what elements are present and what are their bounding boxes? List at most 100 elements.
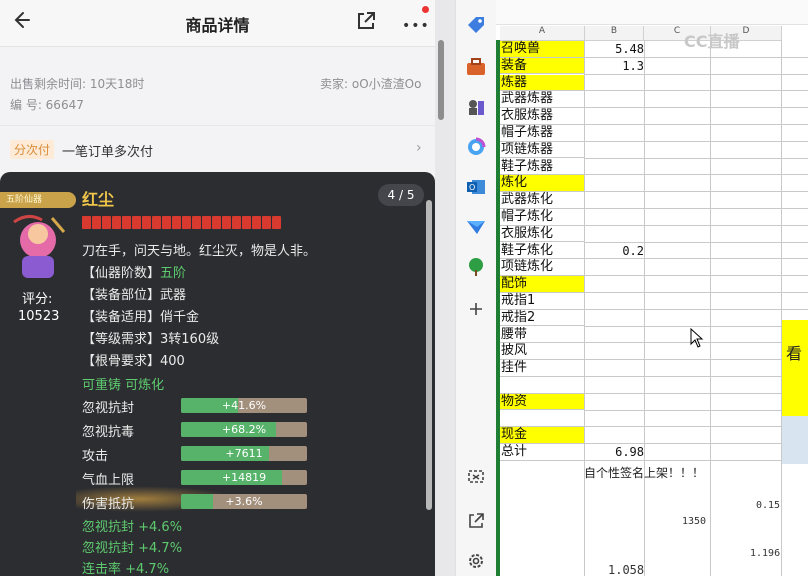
screenshot-icon[interactable] [465,466,487,488]
cell-a[interactable]: 帽子炼化 [500,209,584,226]
window-gap [435,0,455,576]
attribute-row: 【装备适用】俏千金 [82,306,199,325]
grid-line [584,376,808,377]
column-header-a[interactable]: A [500,26,585,41]
cell-a[interactable] [500,411,584,428]
stat-bar: +41.6% [181,398,307,413]
cell-a[interactable]: 配饰 [500,276,584,293]
star-pip [112,216,121,229]
star-pip [162,216,171,229]
send-icon[interactable] [465,216,487,238]
stream-watermark: CC直播 [684,32,740,51]
stat-name: 伤害抵抗 [82,497,135,512]
attribute-value: 400 [160,354,185,369]
stat-name: 忽视抗毒 [82,425,135,440]
stat-value: +41.6% [221,399,267,412]
page-scrollbar[interactable] [438,40,444,120]
star-pip [152,216,161,229]
cell-b[interactable]: 6.98 [586,445,644,459]
item-avatar-icon [13,215,66,278]
stat-value: +7611 [225,447,263,460]
cell-value: 1.196 [750,548,781,559]
grid-line [584,392,808,394]
star-pip [82,216,91,229]
mouse-cursor-icon [690,328,704,348]
highlight-cell[interactable] [782,320,808,416]
tag-icon[interactable] [465,14,487,36]
blue-cell[interactable] [782,416,808,464]
cell-a[interactable]: 项链炼器 [500,142,584,159]
grid-line [584,292,808,293]
cell-a[interactable] [500,377,584,394]
toolbox-icon[interactable] [465,56,487,78]
star-pip [262,216,271,229]
cell-a[interactable]: 帽子炼器 [500,125,584,142]
grid-line [584,73,808,75]
cell-a[interactable]: 鞋子炼器 [500,159,584,176]
cell-a[interactable]: 戒指1 [500,293,584,310]
stat-bar: +68.2% [181,422,307,437]
app-header: 商品详情 ••• [0,0,435,47]
item-description: 刀在手，问天与地。红尘灭，物是人非。 [82,244,317,259]
cell-a[interactable]: 武器炼器 [500,91,584,108]
external-link-icon[interactable] [465,510,487,532]
tier-badge: 五阶仙器 [0,192,76,208]
stat-bar: +14819 [181,470,307,485]
star-pip [122,216,131,229]
cell-a[interactable]: 物资 [500,393,584,411]
cell-b[interactable]: 1.3 [586,59,644,73]
cell-a[interactable]: 腰带 [500,327,584,344]
divider [0,125,435,126]
installment-text[interactable]: 一笔订单多次付 [62,141,153,160]
cell-a[interactable]: 炼器 [500,74,584,92]
cell-a[interactable]: 衣服炼化 [500,226,584,243]
sheet-toolbar [496,0,808,25]
cell-b[interactable]: 5.48 [586,42,644,56]
grid-line [584,426,808,428]
star-pip [132,216,141,229]
attribute-row: 【根骨要求】400 [82,350,185,369]
stat-name: 气血上限 [82,473,135,488]
cell-value: 0.15 [756,500,781,511]
star-pip [142,216,151,229]
grid-line [584,241,808,243]
tree-icon[interactable] [465,256,487,278]
cell-a[interactable]: 总计 [500,444,584,461]
cell-a[interactable]: 挂件 [500,360,584,377]
add-icon[interactable] [465,298,487,320]
grid-line [584,224,808,226]
cell-a[interactable]: 武器炼化 [500,192,584,209]
star-pip [92,216,101,229]
more-options-icon[interactable]: ••• [402,18,430,34]
item-name: 红尘 [82,190,115,209]
cell-a[interactable]: 召唤兽 [500,41,584,58]
cell-a[interactable]: 炼化 [500,175,584,192]
gear-icon[interactable] [465,550,487,572]
star-pip [242,216,251,229]
grid-line [584,191,808,193]
star-pip [222,216,231,229]
star-pip [102,216,111,229]
grid-line [584,325,808,327]
grid-line [584,258,808,260]
column-header-b[interactable]: B [585,26,644,41]
stat-value: +3.6% [225,495,263,508]
cell-a[interactable]: 鞋子炼化 [500,243,584,260]
cell-b[interactable]: 0.2 [586,244,644,258]
cell-a[interactable]: 戒指2 [500,310,584,327]
card-scrollbar[interactable] [426,200,432,510]
cell-a[interactable]: 现金 [500,427,584,444]
share-icon[interactable] [355,10,377,32]
chevron-right-icon[interactable]: › [416,140,422,156]
outlook-icon[interactable]: O [465,176,487,198]
copilot-icon[interactable] [465,136,487,158]
grid-line [584,90,808,92]
cell-a[interactable]: 装备 [500,57,584,75]
stat-value: +68.2% [221,423,267,436]
time-left: 出售剩余时间: 10天18时 [10,77,145,91]
chess-icon[interactable] [465,96,487,118]
cell-value: 1.058 [608,563,645,576]
cell-a[interactable]: 项链炼化 [500,259,584,276]
cell-a[interactable]: 披风 [500,343,584,360]
cell-a[interactable]: 衣服炼器 [500,108,584,125]
